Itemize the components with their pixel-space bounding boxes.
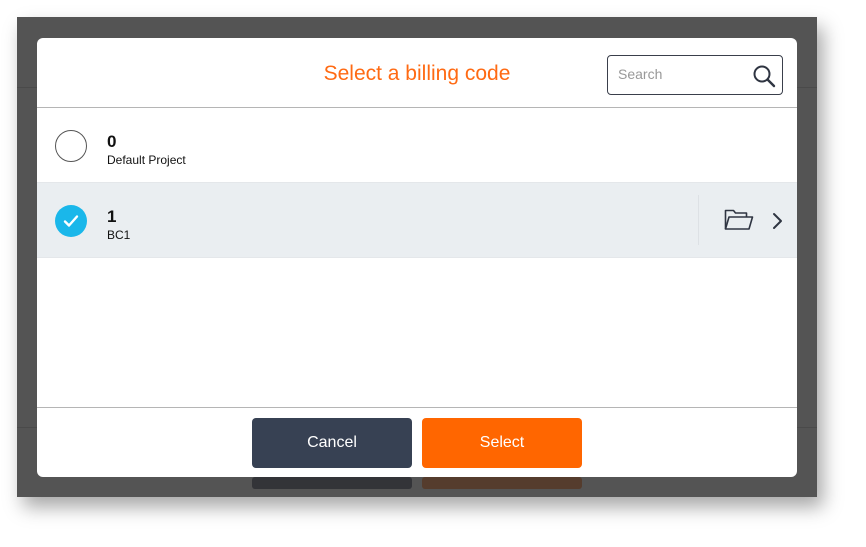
background-button [252,477,412,489]
check-icon [63,215,79,227]
search-icon[interactable] [752,64,776,88]
item-code: 1 [107,207,117,226]
background-button [422,477,582,489]
folder-open-icon[interactable] [724,208,754,232]
radio-unchecked[interactable] [55,130,87,162]
item-divider [698,195,699,245]
list-item[interactable]: 1 BC1 [37,183,797,258]
dialog-header: Select a billing code [37,38,797,108]
cancel-button[interactable]: Cancel [252,418,412,468]
select-button[interactable]: Select [422,418,582,468]
search-input[interactable] [618,66,738,82]
item-name: BC1 [107,228,131,242]
search-box[interactable] [607,55,783,95]
dialog-footer: Cancel Select [37,407,797,477]
chevron-right-icon[interactable] [771,212,783,230]
item-code: 0 [107,132,117,151]
radio-checked[interactable] [55,205,87,237]
list-item[interactable]: 0 Default Project [37,108,797,183]
item-name: Default Project [107,153,186,167]
billing-code-dialog: Select a billing code 0 Default Project … [37,38,797,477]
